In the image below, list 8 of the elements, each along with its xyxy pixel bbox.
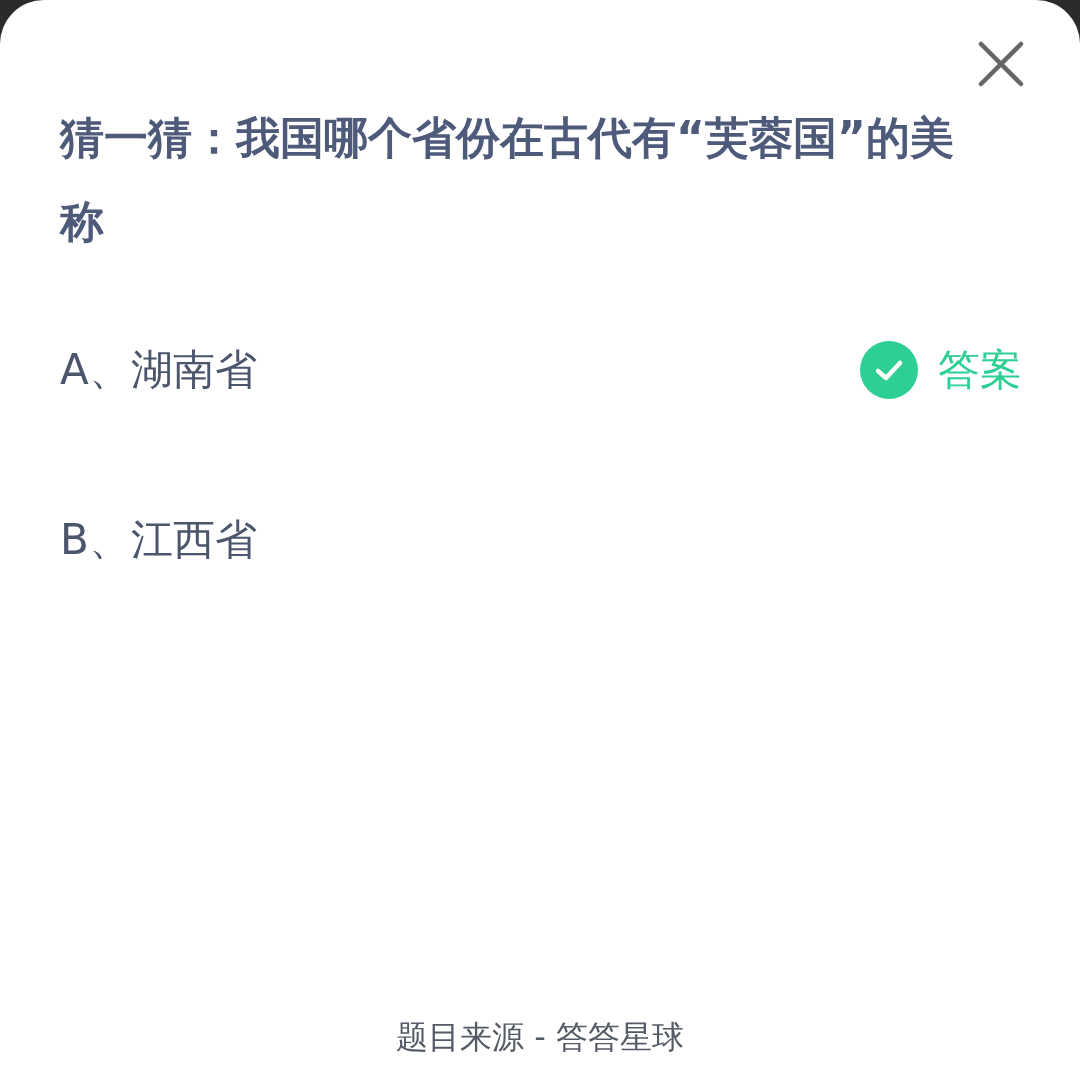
source-text: 题目来源 - 答答星球 [396, 1018, 684, 1056]
option-text: A、湖南省 [60, 344, 257, 396]
question-text: 猜一猜：我国哪个省份在古代有“芙蓉国”的美称 [60, 111, 955, 249]
answer-label: 答案 [938, 344, 1022, 396]
close-icon [977, 40, 1025, 88]
close-button[interactable] [977, 40, 1025, 88]
check-icon [860, 341, 918, 399]
option-text: B、江西省 [60, 514, 257, 566]
